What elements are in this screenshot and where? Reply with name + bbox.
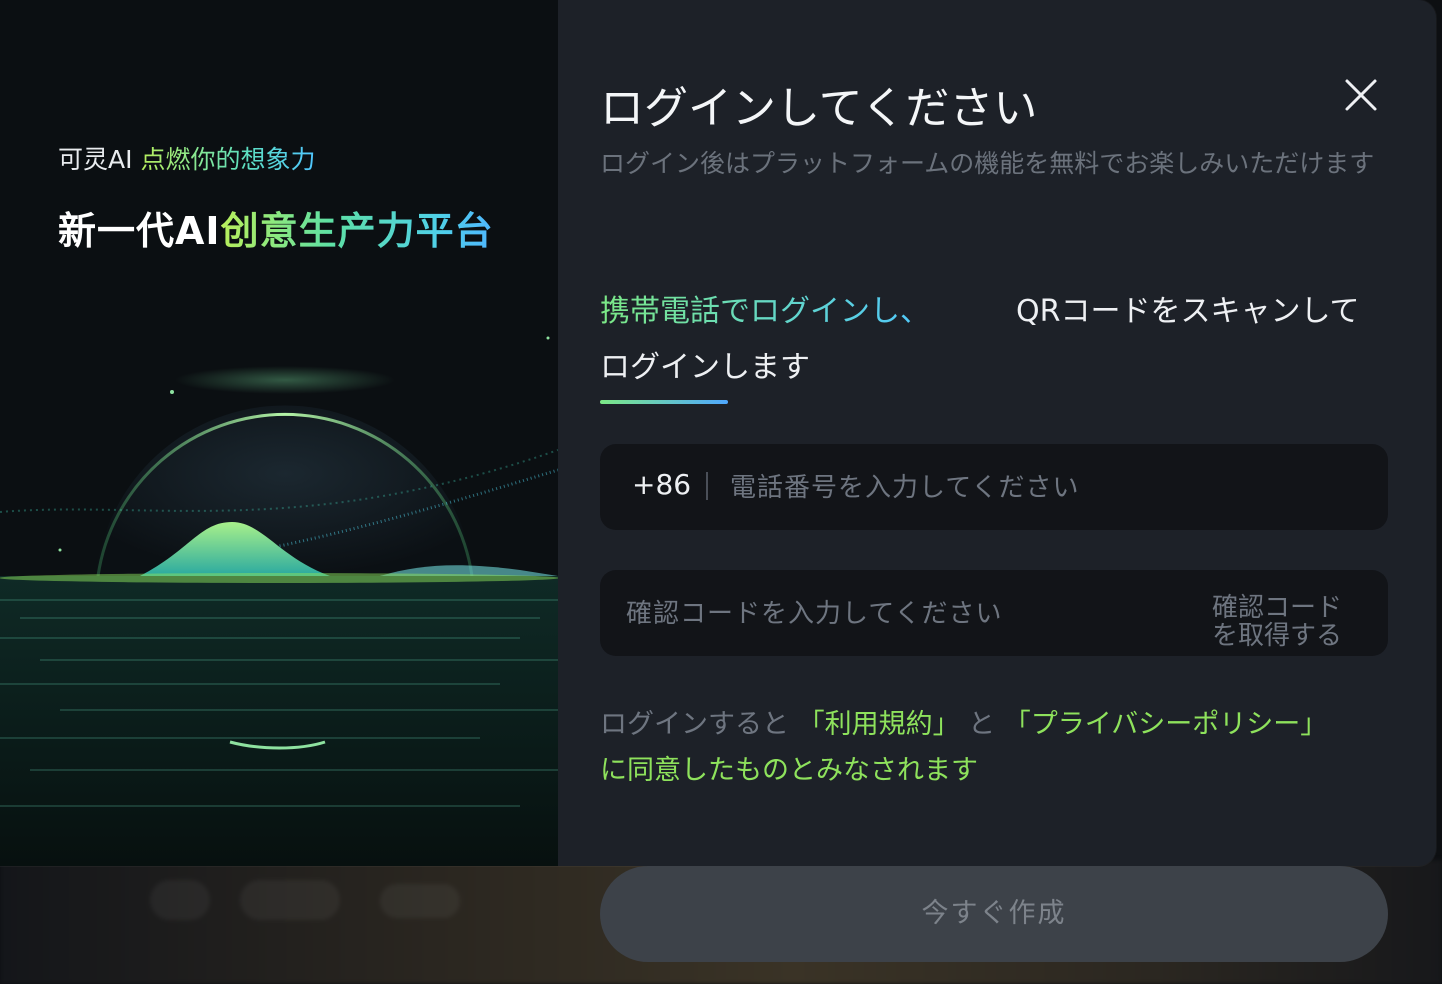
phone-field: +86 bbox=[600, 444, 1388, 530]
headline-part-a: 新一代AI bbox=[58, 209, 221, 253]
headline-part-b: 创意生产力平台 bbox=[220, 209, 494, 253]
login-modal: 可灵AI 点燃你的想象力 新一代AI创意生产力平台 ログインしてください ログイ… bbox=[0, 0, 1436, 866]
verification-code-field: 確認コードを取得する bbox=[600, 570, 1388, 656]
login-title: ログインしてください bbox=[600, 83, 1038, 134]
brand-tagline: 可灵AI 点燃你的想象力 bbox=[58, 140, 315, 176]
phone-number-input[interactable] bbox=[728, 460, 1352, 516]
verification-code-input[interactable] bbox=[624, 586, 1188, 642]
planet-horizon-illustration bbox=[0, 336, 558, 866]
close-button[interactable] bbox=[1338, 72, 1384, 118]
privacy-policy-link[interactable]: 「プライバシーポリシー」 bbox=[1004, 709, 1327, 740]
create-now-button[interactable]: 今すぐ作成 bbox=[600, 866, 1388, 962]
terms-notice: ログインすると 「利用規約」 と 「プライバシーポリシー」 に同意したものとみなさ… bbox=[600, 702, 1400, 794]
login-form-panel: ログインしてください ログイン後はプラットフォームの機能を無料でお楽しみいただけ… bbox=[558, 0, 1436, 866]
active-tab-indicator bbox=[600, 400, 728, 404]
login-subtitle: ログイン後はプラットフォームの機能を無料でお楽しみいただけます bbox=[600, 149, 1375, 178]
close-icon bbox=[1345, 79, 1377, 111]
get-code-button[interactable]: 確認コードを取得する bbox=[1212, 594, 1362, 650]
promo-panel: 可灵AI 点燃你的想象力 新一代AI创意生产力平台 bbox=[0, 0, 558, 866]
terms-and: と bbox=[959, 709, 1004, 740]
tab-phone-login[interactable]: 携帯電話でログインし、 bbox=[600, 286, 930, 330]
promo-headline: 新一代AI创意生产力平台 bbox=[58, 200, 494, 255]
tab-qr-login[interactable]: QRコードをスキャンして bbox=[1016, 286, 1360, 330]
tagline-text: 点燃你的想象力 bbox=[140, 145, 316, 174]
field-divider bbox=[706, 472, 708, 500]
terms-of-service-link[interactable]: 「利用規約」 bbox=[798, 709, 960, 740]
brand-name: 可灵AI bbox=[58, 145, 133, 174]
country-code-selector[interactable]: +86 bbox=[632, 468, 691, 501]
tab-qr-login-continued[interactable]: ログインします bbox=[600, 342, 810, 386]
terms-prefix: ログインすると bbox=[600, 709, 798, 740]
terms-suffix: に同意したものとみなされます bbox=[600, 755, 978, 786]
